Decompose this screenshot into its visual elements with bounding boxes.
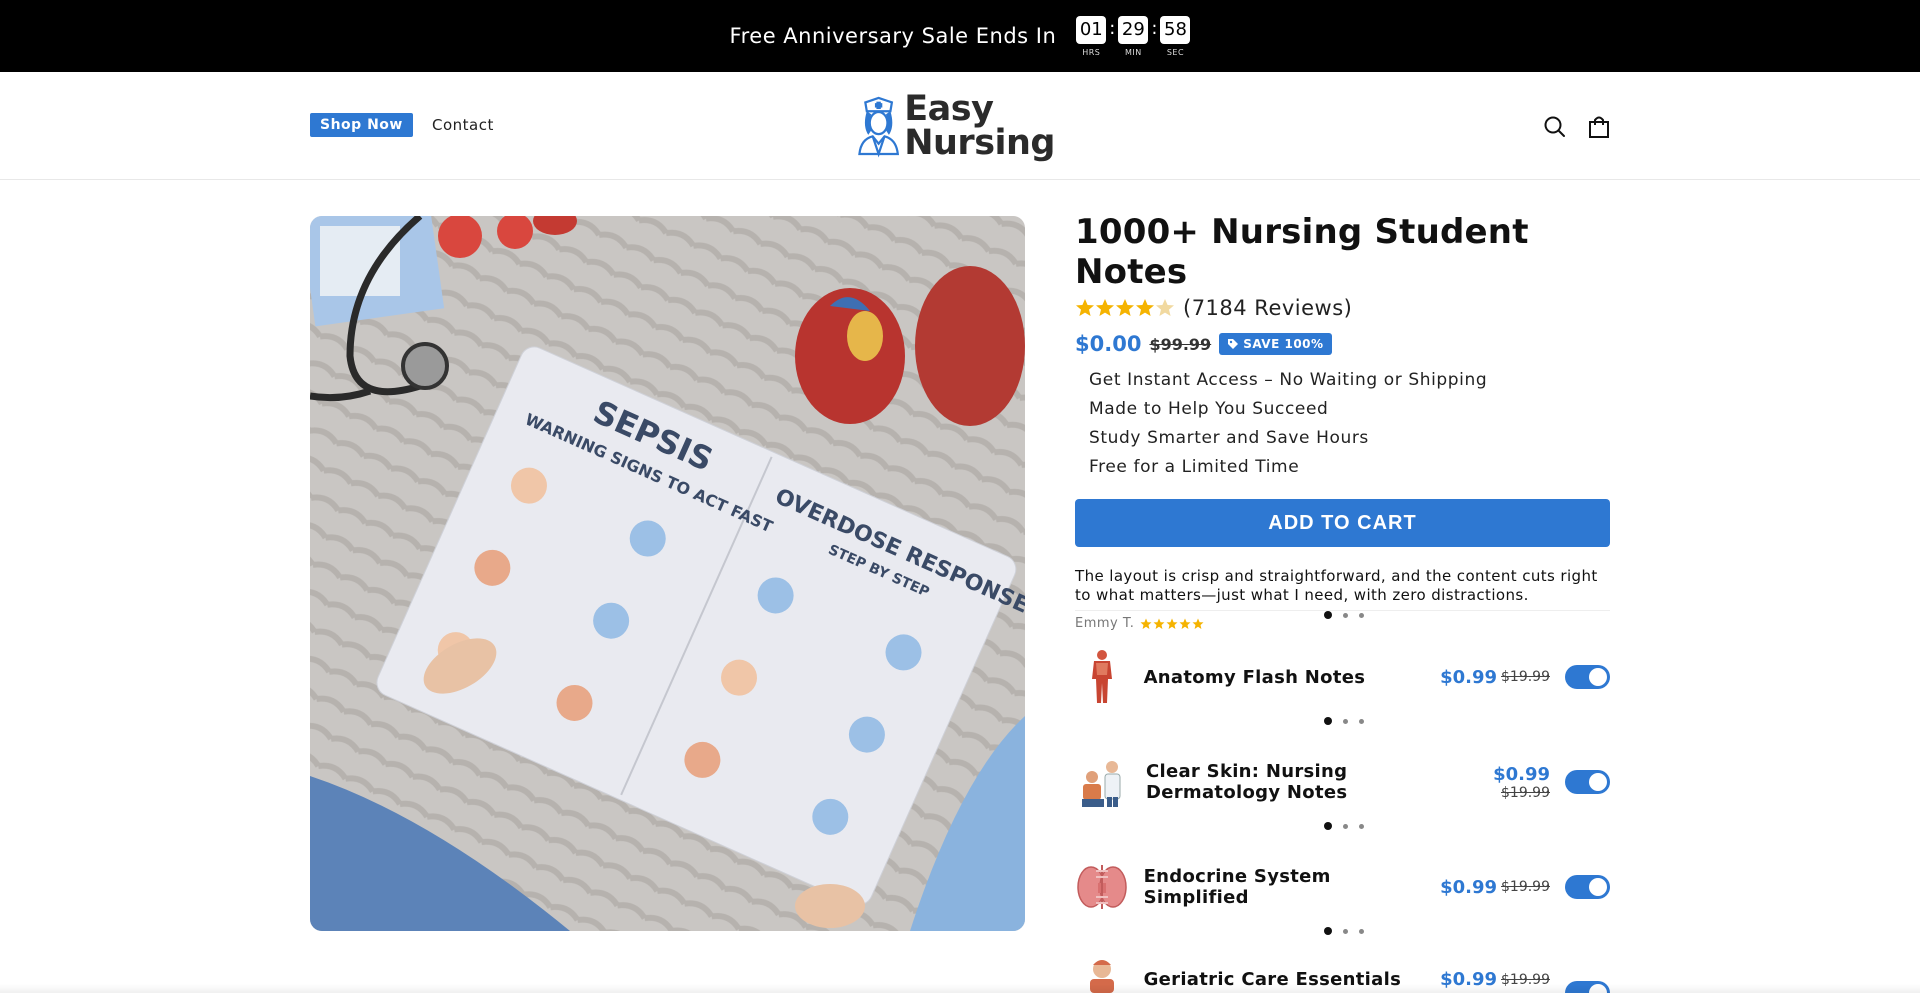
upsell-toggle[interactable] — [1565, 875, 1610, 899]
shop-now-link[interactable]: Shop Now — [310, 113, 413, 137]
timer-seconds-value: 58 — [1160, 15, 1191, 44]
star-icons — [1076, 299, 1174, 316]
timer-seconds: 58 SEC — [1160, 15, 1191, 57]
upsell-item: Endocrine System Simplified $0.99 $19.99 — [1075, 852, 1610, 922]
carousel-dot[interactable] — [1343, 719, 1348, 724]
add-to-cart-button[interactable]: ADD TO CART — [1075, 499, 1610, 547]
upsell-compare-price: $19.99 — [1501, 669, 1550, 685]
thyroid-icon — [1075, 857, 1129, 917]
upsell-carousel-dots — [1316, 822, 1372, 830]
review-count: (7184 Reviews) — [1183, 296, 1353, 320]
price-row: $0.00 $99.99 SAVE 100% — [1075, 332, 1610, 356]
carousel-dot[interactable] — [1359, 929, 1364, 934]
timer-hours-value: 01 — [1076, 15, 1107, 44]
timer-seconds-label: SEC — [1166, 47, 1185, 57]
timer-minutes: 29 MIN — [1118, 15, 1149, 57]
product-rating[interactable]: (7184 Reviews) — [1075, 296, 1610, 320]
timer-hours: 01 HRS — [1076, 15, 1107, 57]
carousel-dot[interactable] — [1343, 613, 1348, 618]
upsell-compare-price: $19.99 — [1501, 879, 1550, 895]
save-badge-label: SAVE 100% — [1243, 337, 1324, 351]
testimonial-carousel-dots — [1316, 611, 1372, 619]
upsell-item: Anatomy Flash Notes $0.99 $19.99 — [1075, 642, 1610, 712]
upsell-prices: $0.99 $19.99 — [1440, 877, 1550, 898]
toggle-knob — [1589, 773, 1607, 791]
carousel-dot[interactable] — [1359, 613, 1364, 618]
carousel-dot[interactable] — [1324, 717, 1332, 725]
upsell-prices: $0.99 $19.99 — [1440, 667, 1550, 688]
carousel-dot[interactable] — [1343, 824, 1348, 829]
upsell-toggle[interactable] — [1565, 665, 1610, 689]
anatomy-body-icon — [1075, 647, 1129, 707]
sticky-bar-shadow — [0, 984, 1920, 993]
upsell-price: $0.99 — [1440, 876, 1497, 898]
toggle-knob — [1589, 878, 1607, 896]
sale-price: $0.00 — [1075, 332, 1142, 356]
upsell-carousel-dots — [1316, 717, 1372, 725]
upsell-carousel-dots — [1316, 927, 1372, 935]
site-logo[interactable]: Easy Nursing — [855, 84, 1055, 168]
timer-separator: : — [1109, 17, 1116, 39]
timer-minutes-label: MIN — [1125, 47, 1142, 57]
upsell-compare-price: $19.99 — [1501, 784, 1550, 801]
timer-minutes-value: 29 — [1118, 15, 1149, 44]
upsell-prices: $0.99 $19.99 — [1456, 764, 1550, 801]
upsell-price: $0.99 — [1493, 763, 1550, 785]
carousel-dot[interactable] — [1359, 824, 1364, 829]
upsell-toggle[interactable] — [1565, 770, 1610, 794]
testimonial-stars-icon — [1140, 618, 1204, 629]
carousel-dot[interactable] — [1343, 929, 1348, 934]
countdown-timer: 01 HRS : 29 MIN : 58 SEC — [1076, 15, 1191, 57]
logo-text: Easy Nursing — [904, 89, 1055, 163]
product-info: 1000+ Nursing Student Notes (7184 Review… — [1075, 212, 1610, 631]
upsell-name: Anatomy Flash Notes — [1143, 666, 1366, 688]
compare-price: $99.99 — [1149, 334, 1212, 354]
carousel-dot[interactable] — [1324, 611, 1332, 619]
toggle-knob — [1589, 668, 1607, 686]
logo-line-2: Nursing — [904, 123, 1055, 163]
search-icon[interactable] — [1542, 114, 1568, 140]
product-photo-illustration: SEPSIS WARNING SIGNS TO ACT FAST OVERDOS… — [310, 216, 1025, 931]
timer-hours-label: HRS — [1082, 47, 1101, 57]
rating-stars — [1075, 298, 1175, 318]
benefit-item: Made to Help You Succeed — [1089, 399, 1329, 419]
benefit-item: Get Instant Access – No Waiting or Shipp… — [1089, 370, 1488, 390]
site-header: Shop Now Contact Easy Nursing — [0, 72, 1920, 180]
upsell-price: $0.99 — [1440, 666, 1497, 688]
carousel-dot[interactable] — [1324, 927, 1332, 935]
contact-link[interactable]: Contact — [432, 116, 494, 134]
testimonial-author-name: Emmy T. — [1075, 616, 1135, 631]
timer-separator: : — [1151, 17, 1158, 39]
testimonial-text: The layout is crisp and straightforward,… — [1075, 567, 1598, 604]
announcement-text: Free Anniversary Sale Ends In — [729, 24, 1057, 48]
cart-icon[interactable] — [1586, 114, 1612, 140]
benefits-list: Get Instant Access – No Waiting or Shipp… — [1089, 370, 1610, 486]
logo-line-1: Easy — [904, 89, 994, 129]
benefit-item: Study Smarter and Save Hours — [1089, 428, 1369, 448]
save-badge: SAVE 100% — [1219, 333, 1332, 355]
upsell-name: Clear Skin: Nursing Dermatology Notes — [1146, 761, 1348, 803]
dermatology-icon — [1075, 752, 1131, 812]
product-title: 1000+ Nursing Student Notes — [1075, 212, 1529, 292]
product-image[interactable]: SEPSIS WARNING SIGNS TO ACT FAST OVERDOS… — [310, 216, 1025, 931]
divider — [1075, 610, 1610, 611]
upsell-name: Endocrine System Simplified — [1143, 866, 1331, 908]
nurse-logo-icon — [858, 96, 900, 158]
upsell-item: Clear Skin: Nursing Dermatology Notes $0… — [1075, 747, 1610, 817]
announcement-bar: Free Anniversary Sale Ends In 01 HRS : 2… — [0, 0, 1920, 72]
carousel-dot[interactable] — [1359, 719, 1364, 724]
tag-icon — [1228, 339, 1239, 349]
carousel-dot[interactable] — [1324, 822, 1332, 830]
benefit-item: Free for a Limited Time — [1089, 457, 1300, 477]
